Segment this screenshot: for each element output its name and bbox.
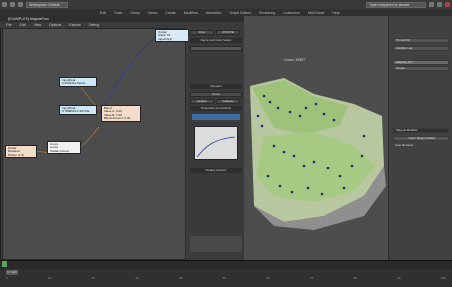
tick-label: 80 [353, 276, 357, 280]
green-status-icon[interactable] [2, 261, 7, 267]
blend-node[interactable]: Blend Value A: 0.00 Value B: 1.00 Blend … [101, 105, 141, 122]
node-name-field[interactable] [190, 46, 242, 51]
curve-node[interactable]: Curve Curve Scalar (Curve) [47, 141, 81, 154]
status-bar [0, 260, 452, 269]
menu-item[interactable]: MAXScript [308, 11, 325, 15]
preview-thumbnails [190, 236, 242, 252]
menu-bar: Edit Tools Group Views Create Modifiers … [0, 9, 452, 16]
node-row: InputCh(1) [158, 37, 173, 41]
tick-label: 10 [47, 276, 52, 280]
menu-item[interactable]: Group [130, 11, 140, 15]
undo-icon[interactable] [10, 2, 15, 7]
terrain-render [244, 16, 388, 268]
menu-item[interactable]: Customize [283, 11, 300, 15]
modifier-stack-item[interactable]: Terrain [393, 66, 449, 71]
node-row: Divisor (1.0) [8, 153, 25, 157]
menu-item[interactable]: Edit [100, 11, 106, 15]
top-toolbar: Workspace: Default Type a keyword or phr… [0, 0, 452, 9]
curve-editor[interactable] [194, 126, 238, 160]
tick-label: 60 [266, 276, 270, 280]
close-icon[interactable] [445, 2, 450, 7]
name-color-section[interactable]: Name and Color Select [190, 38, 242, 43]
curve-header-bar[interactable] [192, 114, 240, 120]
menu-item[interactable]: Modifiers [184, 11, 198, 15]
tab-update[interactable]: UPDATE [216, 30, 240, 35]
perspective-viewport[interactable] [244, 16, 388, 268]
tab-flow[interactable]: Flow [190, 30, 214, 35]
node-row: Blend Amount: 0.40 [104, 117, 131, 120]
tick-label: 20 [91, 276, 95, 280]
display-options-section[interactable]: Display Options [190, 168, 242, 173]
operator-section[interactable]: Operator [190, 84, 242, 89]
tick-label: 100 [440, 276, 446, 280]
menu-item[interactable]: Tools [114, 11, 122, 15]
node-row: 0.3522311-Vector [62, 82, 86, 85]
tick-label: 40 [178, 276, 183, 280]
menu-item[interactable]: Views [148, 11, 157, 15]
curve-graph [196, 136, 236, 158]
auto-rename-checkbox[interactable]: Auto Rename [393, 144, 449, 149]
tick-label: 30 [135, 276, 139, 280]
command-panel: Terrain001 Modifier List Magma_FLT Terra… [388, 16, 452, 268]
input-node[interactable]: InputFloat 0.7886621-0.327311 [59, 105, 97, 115]
minimize-icon[interactable] [437, 2, 442, 7]
workspace-select[interactable]: Workspace: Default [26, 1, 68, 8]
operator-select[interactable]: Curve [190, 92, 242, 97]
node-graph-canvas[interactable]: Output Stack: #1 InputCh(1) InputFloat 0… [2, 28, 189, 260]
node-row: 0.7886621-0.327311 [62, 110, 90, 113]
modifier-list-select[interactable]: Modifier List [393, 46, 449, 51]
menu-item[interactable]: Create [165, 11, 176, 15]
properties-section[interactable]: Properties and Actions [190, 106, 242, 111]
object-name-field[interactable]: Terrain001 [393, 38, 449, 43]
menu-item[interactable]: Help [332, 11, 339, 15]
search-input[interactable]: Type a keyword or phrase [366, 1, 426, 8]
node-row: Scalar (Curve) [50, 149, 70, 153]
menu-item[interactable]: Rendering [259, 11, 275, 15]
tick-label: 90 [397, 276, 401, 280]
tick-label: 0 [6, 276, 8, 280]
tick-label: 50 [222, 276, 226, 280]
divide-node[interactable]: Divide Dividend Divisor (1.0) [5, 145, 37, 158]
menu-item[interactable]: Graph Editors [230, 11, 252, 15]
viewport-label: Count: 39997 [284, 58, 306, 62]
help-icon[interactable] [429, 2, 434, 7]
menu-item[interactable]: Animation [206, 11, 222, 15]
app-root: Workspace: Default Type a keyword or phr… [0, 0, 452, 287]
rollout-title[interactable]: Magma Modifier [393, 128, 449, 133]
enable-button[interactable]: Enable [190, 99, 214, 104]
input-node[interactable]: InputFloat 0.3522311-Vector [59, 77, 97, 87]
timeline-ticks: 0 10 20 30 40 50 60 70 80 90 100 [6, 276, 446, 282]
app-icon[interactable] [2, 2, 7, 7]
collapse-button[interactable]: Collapse [216, 99, 240, 104]
redo-icon[interactable] [18, 2, 23, 7]
open-magma-editor-button[interactable]: Open Magma Editor [393, 136, 449, 141]
output-node[interactable]: Output Stack: #1 InputCh(1) [155, 29, 189, 42]
tick-label: 70 [309, 276, 314, 280]
modifier-stack-item[interactable]: Magma_FLT [393, 60, 449, 65]
time-slider[interactable]: 0 / 100 [6, 270, 18, 275]
